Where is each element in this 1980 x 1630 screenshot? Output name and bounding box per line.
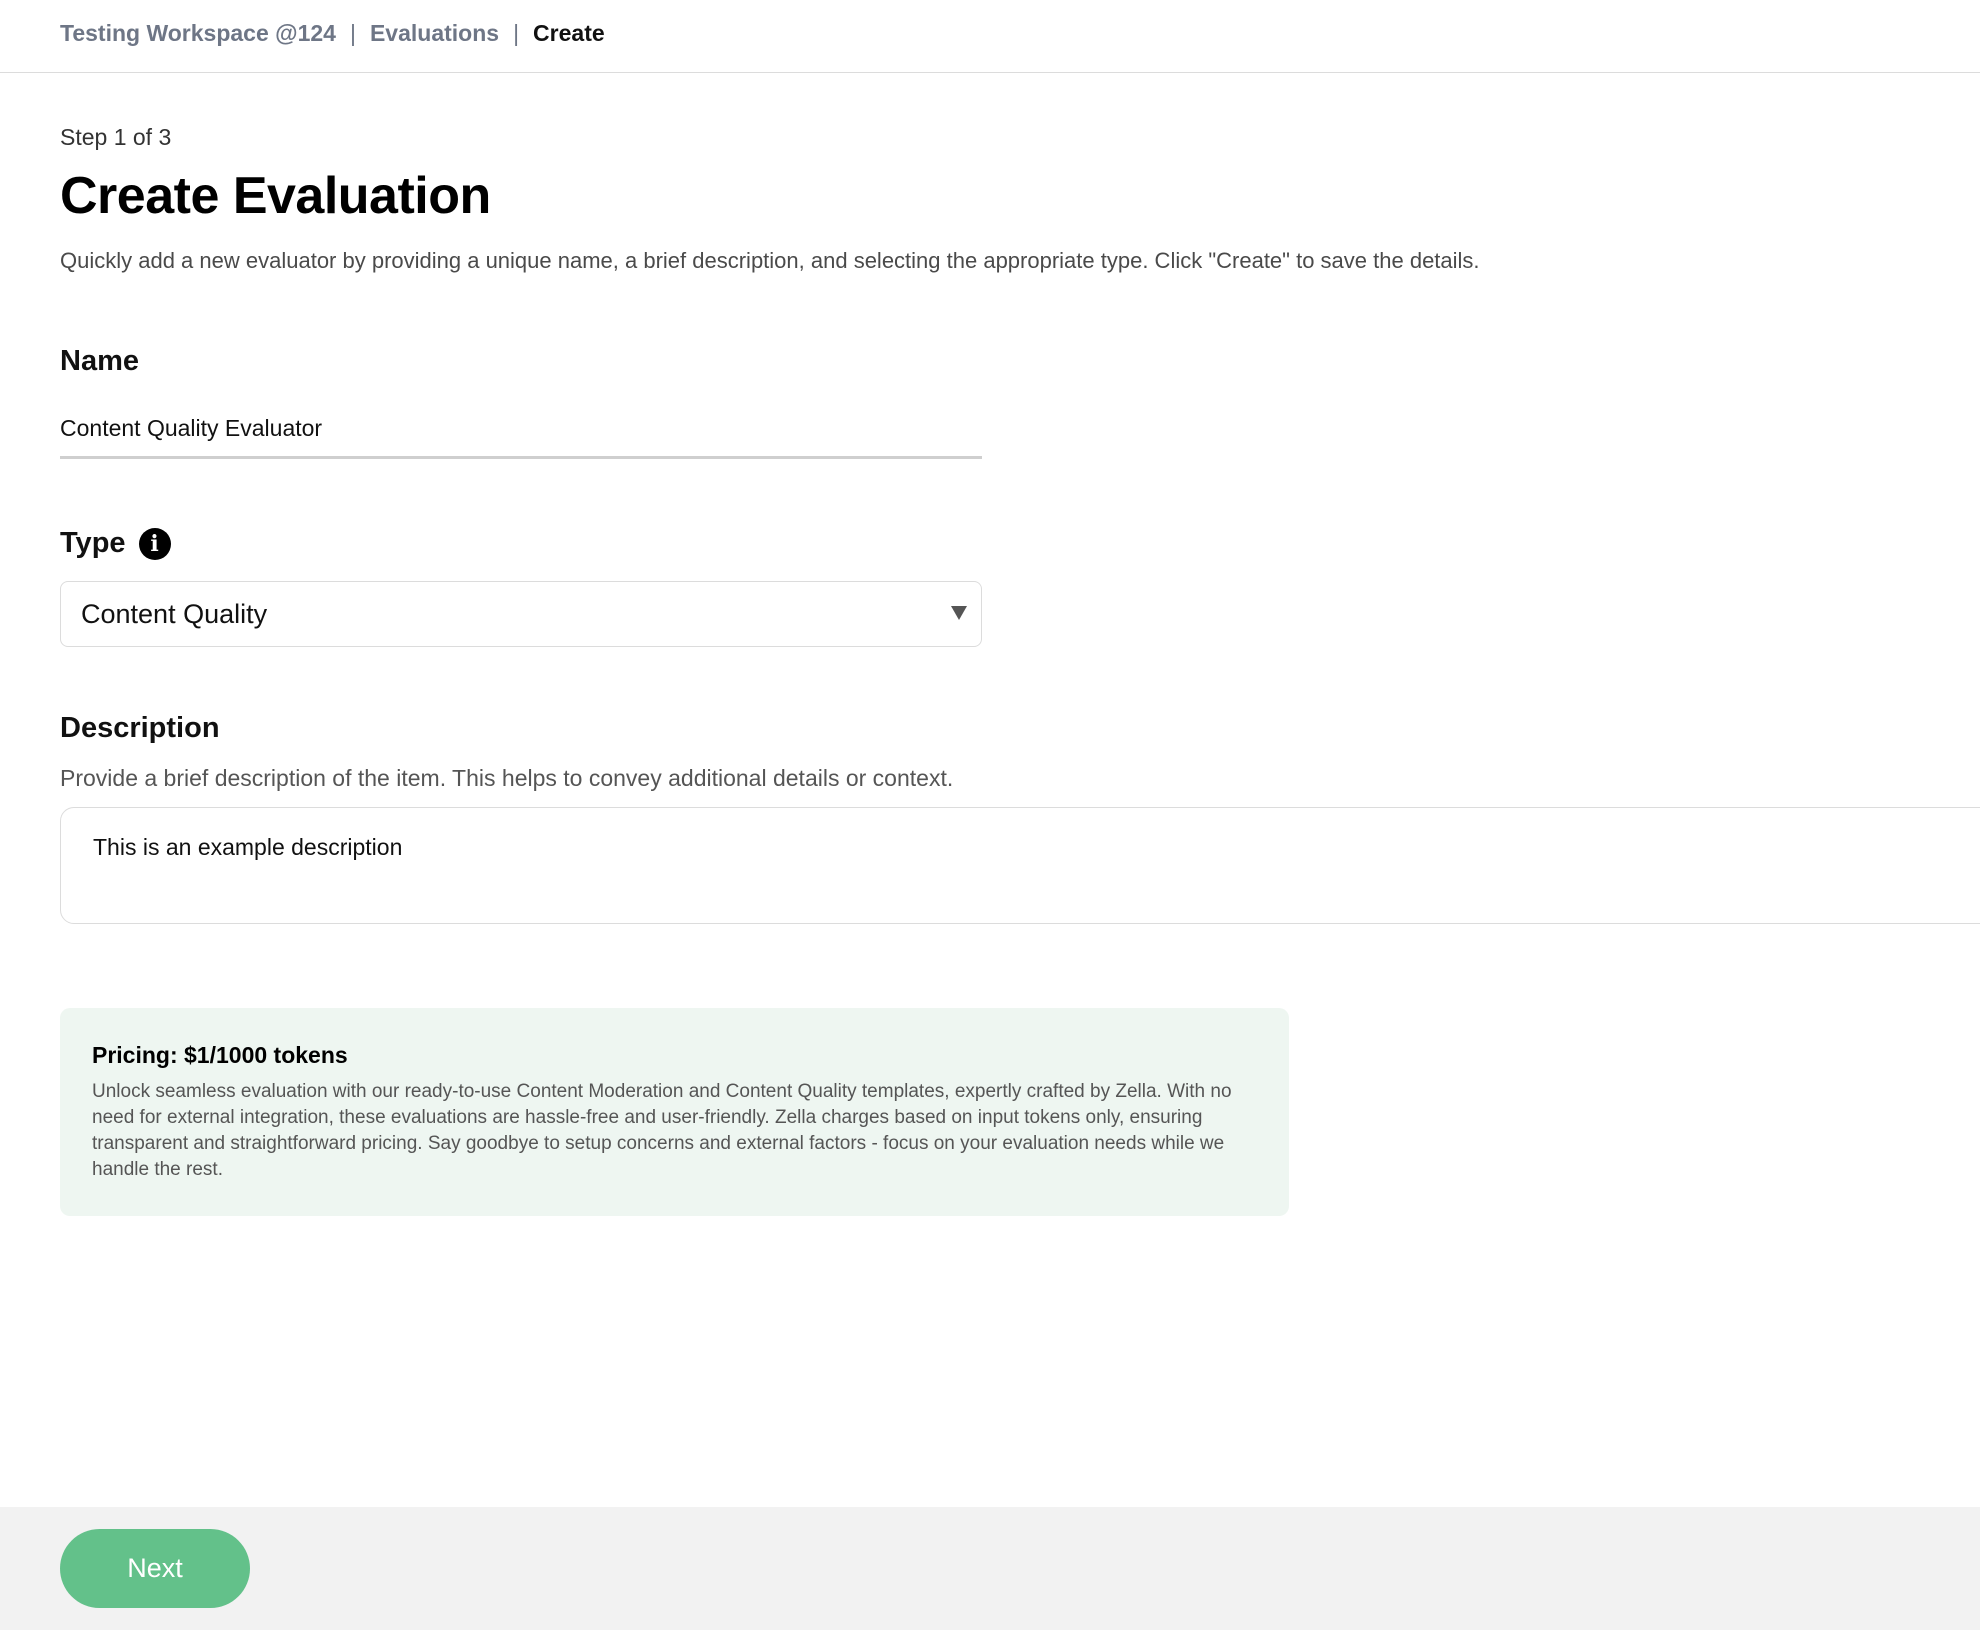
breadcrumb-evaluations[interactable]: Evaluations xyxy=(370,20,499,47)
footer-bar: Next xyxy=(0,1507,1980,1630)
page-title: Create Evaluation xyxy=(60,167,491,225)
name-label: Name xyxy=(60,345,139,377)
breadcrumb-separator: | xyxy=(349,20,356,46)
name-input[interactable] xyxy=(60,401,982,459)
page-subtitle: Quickly add a new evaluator by providing… xyxy=(60,248,1480,273)
pricing-description: Unlock seamless evaluation with our read… xyxy=(92,1081,1232,1180)
pricing-info-box: Pricing: $1/1000 tokens Unlock seamless … xyxy=(60,1008,1289,1216)
breadcrumb-workspace[interactable]: Testing Workspace @124 xyxy=(60,20,336,47)
breadcrumb-separator: | xyxy=(513,20,520,46)
type-select-value: Content Quality xyxy=(81,598,268,629)
step-indicator: Step 1 of 3 xyxy=(60,124,172,150)
next-button[interactable]: Next xyxy=(60,1529,250,1608)
top-bar: Testing Workspace @124 | Evaluations | C… xyxy=(0,0,1980,73)
description-label: Description xyxy=(60,712,220,744)
description-value: This is an example description xyxy=(93,834,403,860)
create-evaluation-page: Testing Workspace @124 | Evaluations | C… xyxy=(0,0,1980,1630)
pricing-title: Pricing: $1/1000 tokens xyxy=(92,1042,348,1068)
description-textarea[interactable]: This is an example description xyxy=(60,807,1980,924)
type-label-row: Type i xyxy=(60,527,171,560)
type-select[interactable]: Content Quality xyxy=(60,581,982,647)
breadcrumb-current: Create xyxy=(533,20,605,46)
type-label: Type xyxy=(60,527,126,559)
description-help-text: Provide a brief description of the item.… xyxy=(60,765,954,791)
info-icon[interactable]: i xyxy=(138,527,171,560)
chevron-down-icon xyxy=(951,606,967,620)
breadcrumb: Testing Workspace @124 | Evaluations | C… xyxy=(60,20,605,47)
